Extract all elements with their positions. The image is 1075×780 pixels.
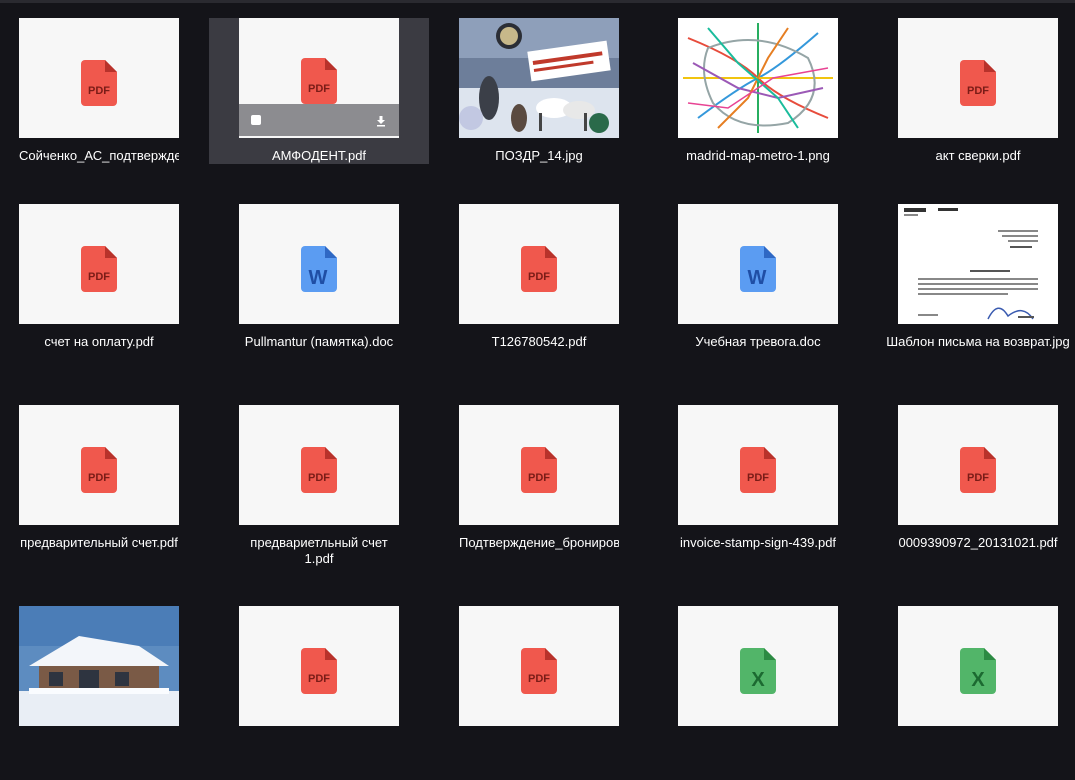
svg-text:PDF: PDF bbox=[528, 673, 550, 685]
file-tile[interactable]: PDF bbox=[429, 590, 649, 780]
map-thumbnail bbox=[678, 18, 838, 138]
word-icon: W bbox=[740, 246, 776, 292]
svg-text:W: W bbox=[748, 267, 767, 289]
file-thumbnail: PDF bbox=[239, 606, 399, 726]
thumbnail-action-bar bbox=[239, 104, 399, 136]
svg-text:PDF: PDF bbox=[967, 472, 989, 484]
svg-text:X: X bbox=[971, 669, 985, 691]
file-tile[interactable]: PDF акт сверки.pdf bbox=[868, 2, 1075, 192]
file-tile[interactable]: PDF bbox=[209, 590, 429, 780]
file-tile[interactable]: Шаблон письма на возврат.jpg bbox=[868, 188, 1075, 378]
svg-text:PDF: PDF bbox=[747, 472, 769, 484]
file-name: Сойченко_АС_подтвержде bbox=[19, 148, 179, 163]
file-thumbnail: PDF bbox=[898, 18, 1058, 138]
svg-text:X: X bbox=[751, 669, 765, 691]
file-tile[interactable]: PDF T126780542.pdf bbox=[429, 188, 649, 378]
pdf-icon: PDF bbox=[521, 648, 557, 694]
svg-text:PDF: PDF bbox=[308, 472, 330, 484]
file-thumbnail: PDF bbox=[898, 405, 1058, 525]
file-thumbnail: PDF bbox=[19, 18, 179, 138]
file-tile[interactable]: PDF Сойченко_АС_подтвержде bbox=[0, 2, 209, 192]
file-thumbnail: PDF bbox=[19, 204, 179, 324]
file-tile[interactable]: PDF предвариетльный счет 1.pdf bbox=[209, 389, 429, 579]
svg-text:PDF: PDF bbox=[308, 83, 330, 95]
download-icon[interactable] bbox=[375, 114, 387, 127]
file-tile[interactable]: X bbox=[648, 590, 868, 780]
file-name: madrid-map-metro-1.png bbox=[686, 148, 830, 163]
photo-thumbnail bbox=[459, 18, 619, 138]
file-thumbnail: X bbox=[678, 606, 838, 726]
pdf-icon: PDF bbox=[960, 60, 996, 106]
pdf-icon: PDF bbox=[301, 58, 337, 104]
file-name: счет на оплату.pdf bbox=[44, 334, 154, 349]
file-thumbnail: X bbox=[898, 606, 1058, 726]
document-thumbnail bbox=[898, 204, 1058, 324]
select-checkbox[interactable] bbox=[251, 115, 261, 125]
file-name: АМФОДЕНТ.pdf bbox=[271, 148, 367, 163]
file-thumbnail: W bbox=[239, 204, 399, 324]
file-name: ПОЗДР_14.jpg bbox=[495, 148, 583, 163]
excel-icon: X bbox=[740, 648, 776, 694]
file-name: Pullmantur (памятка).doc bbox=[244, 334, 394, 349]
file-name: акт сверки.pdf bbox=[935, 148, 1021, 163]
file-thumbnail: PDF bbox=[459, 405, 619, 525]
svg-text:PDF: PDF bbox=[528, 271, 550, 283]
excel-icon: X bbox=[960, 648, 996, 694]
file-thumbnail: PDF bbox=[459, 606, 619, 726]
svg-text:PDF: PDF bbox=[967, 85, 989, 97]
file-grid: PDF Сойченко_АС_подтвержде PDF АМФОДЕНТ.… bbox=[0, 0, 1075, 727]
file-name: 0009390972_20131021.pdf bbox=[898, 535, 1058, 550]
file-tile[interactable]: PDF предварительный счет.pdf bbox=[0, 389, 209, 579]
file-thumbnail: PDF bbox=[459, 204, 619, 324]
word-icon: W bbox=[301, 246, 337, 292]
file-tile[interactable]: PDF 0009390972_20131021.pdf bbox=[868, 389, 1075, 579]
pdf-icon: PDF bbox=[81, 60, 117, 106]
svg-text:PDF: PDF bbox=[88, 271, 110, 283]
file-tile[interactable]: madrid-map-metro-1.png bbox=[648, 2, 868, 192]
file-tile[interactable]: W Учебная тревога.doc bbox=[648, 188, 868, 378]
pdf-icon: PDF bbox=[301, 648, 337, 694]
file-tile[interactable]: ПОЗДР_14.jpg bbox=[429, 2, 649, 192]
file-tile-selected[interactable]: PDF АМФОДЕНТ.pdf bbox=[209, 18, 429, 164]
file-thumbnail: PDF bbox=[239, 405, 399, 525]
file-tile[interactable]: W Pullmantur (памятка).doc bbox=[209, 188, 429, 378]
pdf-icon: PDF bbox=[521, 246, 557, 292]
file-thumbnail: PDF bbox=[678, 405, 838, 525]
file-name: Учебная тревога.doc bbox=[695, 334, 821, 349]
file-tile[interactable]: PDF счет на оплату.pdf bbox=[0, 188, 209, 378]
file-name: предварительный счет.pdf bbox=[20, 535, 178, 550]
pdf-icon: PDF bbox=[960, 447, 996, 493]
file-thumbnail: W bbox=[678, 204, 838, 324]
pdf-icon: PDF bbox=[301, 447, 337, 493]
svg-text:W: W bbox=[309, 267, 328, 289]
pdf-icon: PDF bbox=[740, 447, 776, 493]
file-name: T126780542.pdf bbox=[491, 334, 587, 349]
file-tile[interactable]: PDF invoice-stamp-sign-439.pdf bbox=[648, 389, 868, 579]
file-name: Подтверждение_бронирова bbox=[459, 535, 619, 550]
pdf-icon: PDF bbox=[521, 447, 557, 493]
file-tile[interactable]: X bbox=[868, 590, 1075, 780]
pdf-icon: PDF bbox=[81, 246, 117, 292]
svg-text:PDF: PDF bbox=[88, 472, 110, 484]
house-photo-thumbnail bbox=[19, 606, 179, 726]
svg-text:PDF: PDF bbox=[528, 472, 550, 484]
file-thumbnail: PDF bbox=[19, 405, 179, 525]
file-name: invoice-stamp-sign-439.pdf bbox=[679, 535, 837, 550]
svg-text:PDF: PDF bbox=[88, 85, 110, 97]
file-tile[interactable]: PDF Подтверждение_бронирова bbox=[429, 389, 649, 579]
svg-text:PDF: PDF bbox=[308, 673, 330, 685]
file-name: Шаблон письма на возврат.jpg bbox=[886, 334, 1070, 349]
file-name: предвариетльный счет 1.pdf bbox=[250, 535, 388, 566]
pdf-icon: PDF bbox=[81, 447, 117, 493]
file-tile[interactable] bbox=[0, 590, 209, 780]
